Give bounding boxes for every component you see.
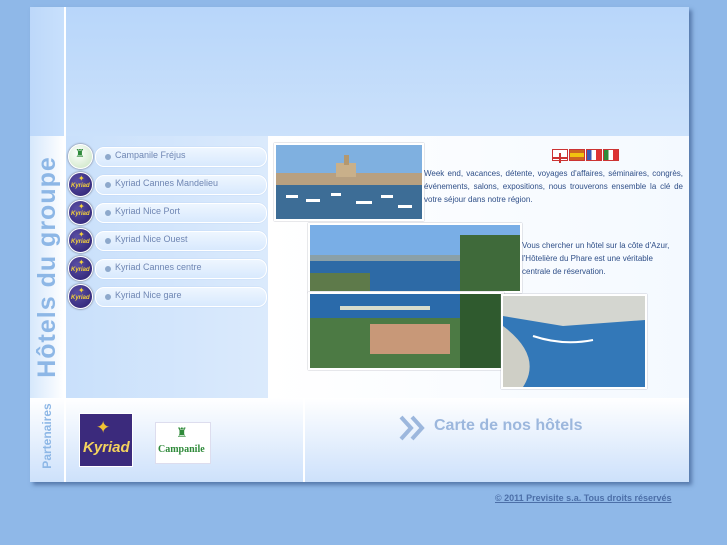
header-left-column [30,7,66,136]
hotel-item-kyriad-cannes-mandelieu[interactable]: ✦ Kyriad Kyriad Cannes Mandelieu [68,172,267,197]
partners-label-column: Partenaires [30,398,66,482]
map-panel: Carte de nos hôtels [305,398,689,482]
hotel-label: Campanile Fréjus [115,150,186,160]
hotel-menu: ♜ Campanile Fréjus ✦ Kyriad Kyriad Cannes… [66,136,268,398]
kyriad-logo-icon: ✦ Kyriad [68,284,93,309]
hotel-label: Kyriad Nice Ouest [115,234,188,244]
bullet-icon [105,154,111,160]
hotel-button[interactable]: Kyriad Nice Port [95,203,267,223]
kyriad-logo-icon: ✦ Kyriad [68,200,93,225]
booking-text: Vous chercher un hôtel sur la côte d'Azu… [522,241,670,276]
harbour-photo [274,143,424,221]
bullet-icon [105,238,111,244]
english-flag-icon[interactable] [552,149,568,163]
sidebar-title: Hôtels du groupe [33,156,61,378]
bay-photo [501,294,647,389]
kyriad-logo-icon: ✦ Kyriad [68,228,93,253]
hotel-label: Kyriad Cannes centre [115,262,202,272]
french-flag-icon[interactable] [586,149,602,161]
hotel-item-campanile-frejus[interactable]: ♜ Campanile Fréjus [68,144,267,169]
kyriad-partner-logo[interactable]: ✦ Kyriad [79,413,133,467]
hotel-item-kyriad-cannes-centre[interactable]: ✦ Kyriad Kyriad Cannes centre [68,256,267,281]
content-panel: Week end, vacances, détente, voyages d'a… [268,136,689,398]
hotel-label: Kyriad Nice Port [115,206,181,216]
hotel-item-kyriad-nice-ouest[interactable]: ✦ Kyriad Kyriad Nice Ouest [68,228,267,253]
hotel-item-kyriad-nice-gare[interactable]: ✦ Kyriad Kyriad Nice gare [68,284,267,309]
header-banner [30,7,689,136]
coast-photo [308,223,522,293]
intro-text: Week end, vacances, détente, voyages d'a… [424,169,683,204]
kyriad-logo-icon: ✦ Kyriad [68,172,93,197]
double-chevron-icon [399,415,425,441]
hotel-label: Kyriad Nice gare [115,290,182,300]
hotel-button[interactable]: Kyriad Nice Ouest [95,231,267,251]
campanile-tower-icon: ♜ [176,425,188,440]
port-photo [308,292,504,370]
hotel-button[interactable]: Kyriad Cannes Mandelieu [95,175,267,195]
bullet-icon [105,294,111,300]
kyriad-logo-icon: ✦ Kyriad [68,256,93,281]
main-frame: Hôtels du groupe ♜ Campanile Fréjus ✦ Kyr… [30,7,689,482]
kyriad-star-icon: ✦ [96,418,111,437]
bullet-icon [105,210,111,216]
hotel-button[interactable]: Kyriad Cannes centre [95,259,267,279]
sidebar-title-panel: Hôtels du groupe [30,136,66,398]
hotel-map-label: Carte de nos hôtels [434,417,583,434]
bullet-icon [105,266,111,272]
hotel-label: Kyriad Cannes Mandelieu [115,178,219,188]
hotel-button[interactable]: Campanile Fréjus [95,147,267,167]
partners-label: Partenaires [40,403,54,469]
hotel-item-kyriad-nice-port[interactable]: ✦ Kyriad Kyriad Nice Port [68,200,267,225]
copyright-link[interactable]: © 2011 Previsite s.a. Tous droits réserv… [495,493,672,503]
partners-panel: Partenaires ✦ Kyriad ♜ Campanile [30,398,305,482]
italian-flag-icon[interactable] [603,149,619,161]
hotel-button[interactable]: Kyriad Nice gare [95,287,267,307]
spanish-flag-icon[interactable] [569,149,585,161]
campanile-partner-logo[interactable]: ♜ Campanile [155,422,211,464]
campanile-logo-icon: ♜ [68,144,93,169]
bullet-icon [105,182,111,188]
